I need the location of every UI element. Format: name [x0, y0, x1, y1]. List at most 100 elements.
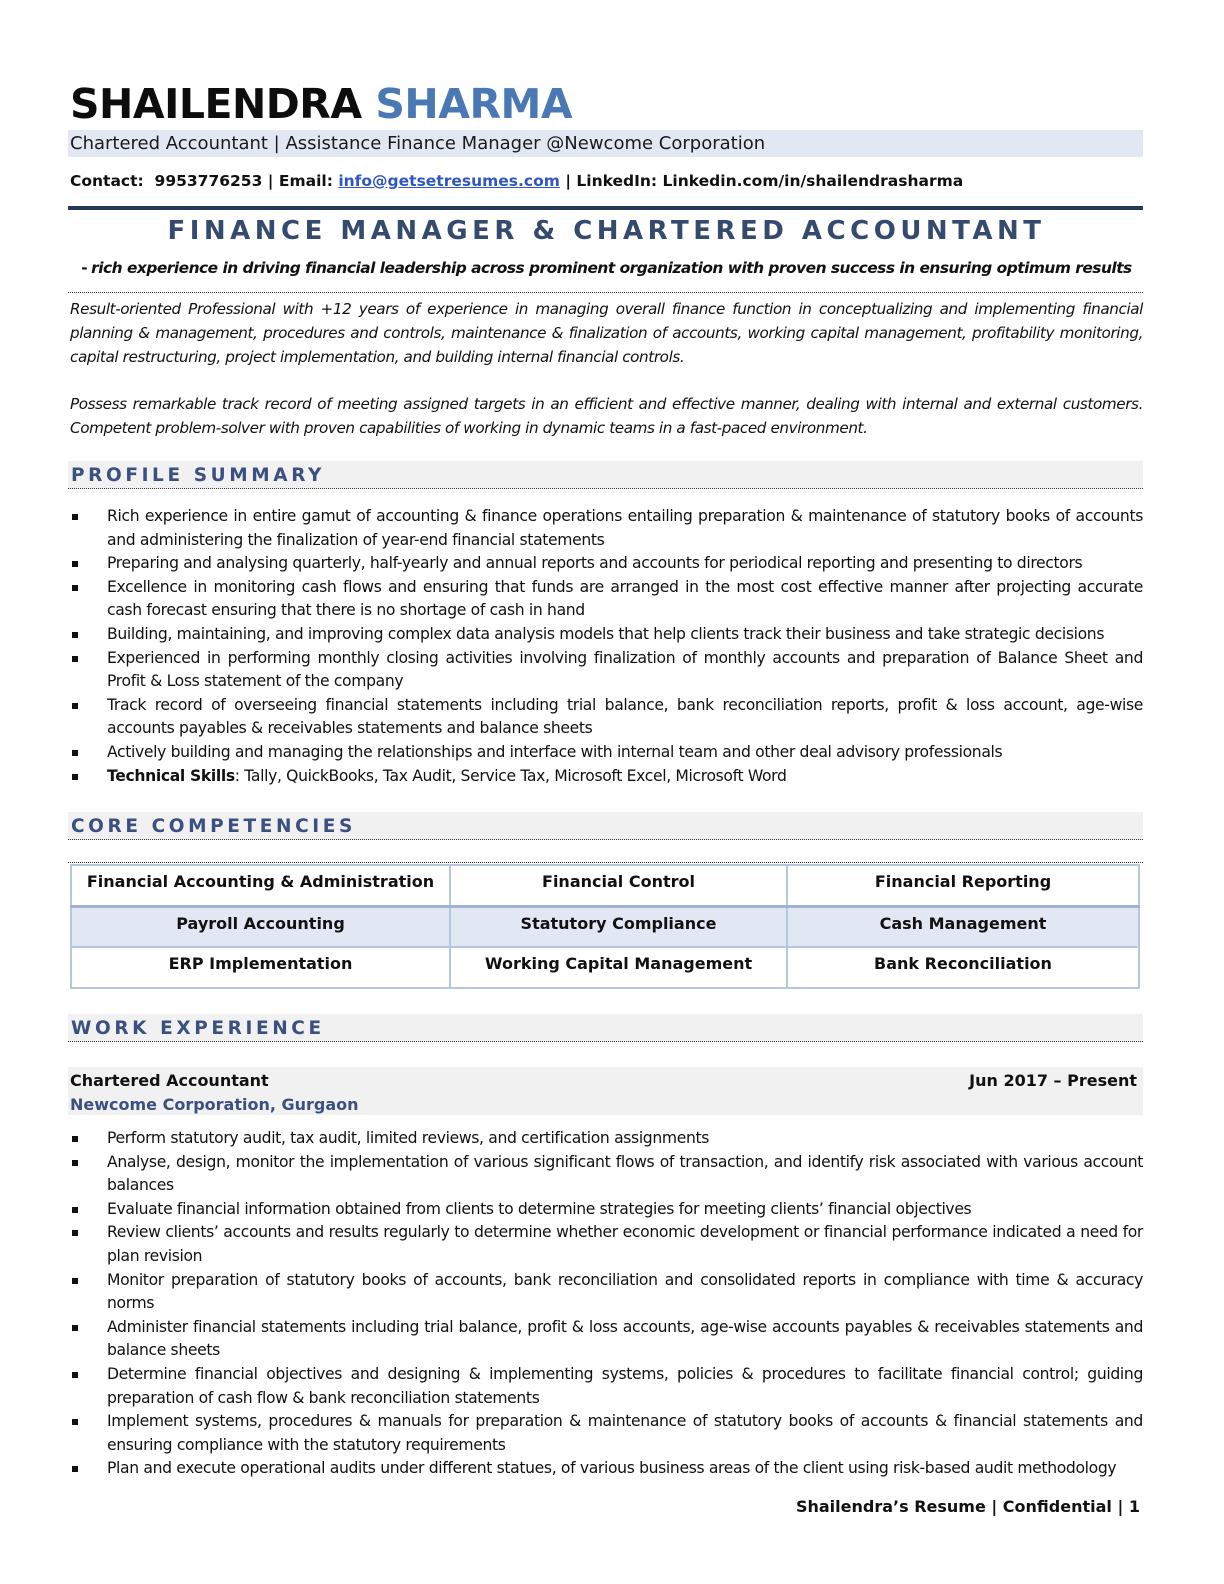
separator: | — [267, 172, 274, 190]
bullet-square-icon — [72, 702, 78, 709]
competency-cell: Statutory Compliance — [449, 904, 788, 948]
bullet-square-icon — [72, 1230, 78, 1237]
list-item: Experienced in performing monthly closin… — [70, 647, 1143, 694]
list-item-text: Track record of overseeing financial sta… — [107, 695, 1143, 738]
list-item-text: Experienced in performing monthly closin… — [107, 648, 1143, 691]
competency-cell: Working Capital Management — [449, 946, 788, 989]
first-name: SHAILENDRA — [70, 80, 362, 128]
contact-line: Contact: 9953776253 | Email: info@getset… — [70, 170, 963, 192]
list-item: Analyse, design, monitor the implementat… — [70, 1151, 1143, 1198]
bullet-square-icon — [72, 1371, 78, 1378]
list-item-text: Building, maintaining, and improving com… — [107, 624, 1105, 643]
bullet-square-icon — [72, 584, 78, 591]
competency-cell: Financial Control — [449, 864, 788, 907]
email-label: Email: — [278, 172, 333, 190]
contact-label: Contact: — [70, 172, 144, 190]
list-item-text: Evaluate financial information obtained … — [107, 1199, 972, 1218]
intro-divider — [68, 292, 1143, 293]
bullet-square-icon — [72, 514, 78, 520]
list-item: Review clients’ accounts and results reg… — [70, 1221, 1143, 1268]
competency-cell: Bank Reconciliation — [786, 946, 1140, 989]
list-item: Evaluate financial information obtained … — [70, 1198, 1143, 1222]
tagline-text: rich experience in driving financial lea… — [91, 259, 1132, 277]
list-item-text: Administer financial statements includin… — [107, 1317, 1143, 1360]
job-dates: Jun 2017 – Present — [969, 1071, 1137, 1090]
list-item: Track record of overseeing financial sta… — [70, 694, 1143, 741]
competency-cell: ERP Implementation — [70, 946, 451, 989]
email-link[interactable]: info@getsetresumes.com — [338, 172, 560, 190]
list-item: Perform statutory audit, tax audit, limi… — [70, 1127, 1143, 1151]
competency-cell: Payroll Accounting — [70, 904, 451, 948]
list-item-text: Perform statutory audit, tax audit, limi… — [107, 1129, 710, 1147]
competency-cell: Cash Management — [786, 904, 1140, 948]
competency-cell: Financial Reporting — [786, 864, 1140, 907]
tagline-dash: - — [81, 259, 88, 277]
competency-cell: Financial Accounting & Administration — [70, 864, 451, 907]
headline-tagline: - rich experience in driving financial le… — [70, 257, 1143, 279]
list-item: Implement systems, procedures & manuals … — [70, 1410, 1143, 1457]
bullet-square-icon — [72, 561, 78, 568]
list-item: Preparing and analysing quarterly, half-… — [70, 552, 1143, 576]
section-header-core-competencies: CORE COMPETENCIES — [68, 812, 1143, 840]
technical-skills-value: : Tally, QuickBooks, Tax Audit, Service … — [234, 766, 787, 785]
bullet-square-icon — [72, 655, 78, 662]
intro-paragraph: Result-oriented Professional with +12 ye… — [70, 300, 1143, 366]
bullet-square-icon — [72, 1136, 78, 1142]
section-title: WORK EXPERIENCE — [71, 1018, 325, 1039]
list-item-text: Determine financial objectives and desig… — [107, 1364, 1143, 1407]
list-item: Plan and execute operational audits unde… — [70, 1457, 1143, 1481]
list-item-text: Excellence in monitoring cash flows and … — [107, 577, 1143, 620]
list-item-text: Review clients’ accounts and results reg… — [107, 1223, 1143, 1265]
headline-title: FINANCE MANAGER & CHARTERED ACCOUNTANT — [167, 216, 1046, 246]
section-header-profile-summary: PROFILE SUMMARY — [68, 461, 1143, 489]
list-item-text: Rich experience in entire gamut of accou… — [107, 507, 1143, 549]
job-header: Chartered Accountant Newcome Corporation… — [68, 1067, 1143, 1115]
list-item-text: Plan and execute operational audits unde… — [107, 1459, 1117, 1478]
table-row: Financial Accounting & Administration Fi… — [70, 864, 1140, 907]
section-title: CORE COMPETENCIES — [71, 816, 356, 837]
competencies-table: Financial Accounting & Administration Fi… — [70, 864, 1140, 989]
list-item: Administer financial statements includin… — [70, 1316, 1143, 1363]
table-row: ERP Implementation Working Capital Manag… — [70, 946, 1140, 989]
table-row: Payroll Accounting Statutory Compliance … — [70, 904, 1140, 948]
list-item-text: Preparing and analysing quarterly, half-… — [107, 554, 1083, 573]
separator: | — [565, 172, 571, 190]
page-footer: Shailendra’s Resume | Confidential | 1 — [795, 1497, 1140, 1516]
bullet-square-icon — [72, 1324, 78, 1331]
last-name: SHARMA — [375, 80, 573, 128]
phone-number: 9953776253 — [154, 172, 263, 190]
list-item: Rich experience in entire gamut of accou… — [70, 505, 1143, 552]
job-responsibilities-list: Perform statutory audit, tax audit, limi… — [70, 1127, 1143, 1481]
profile-summary-list: Rich experience in entire gamut of accou… — [70, 505, 1143, 788]
bullet-square-icon — [72, 631, 78, 638]
list-item-text: Analyse, design, monitor the implementat… — [107, 1152, 1143, 1195]
intro-paragraph: Possess remarkable track record of meeti… — [70, 395, 1143, 437]
linkedin-url: Linkedin.com/in/shailendrasharma — [662, 172, 964, 190]
section-title: PROFILE SUMMARY — [71, 465, 326, 486]
bullet-square-icon — [72, 1419, 78, 1426]
list-item-text: Monitor preparation of statutory books o… — [107, 1270, 1143, 1313]
list-item: Excellence in monitoring cash flows and … — [70, 576, 1143, 623]
job-company: Newcome Corporation, Gurgaon — [70, 1095, 359, 1114]
section-header-work-experience: WORK EXPERIENCE — [68, 1014, 1143, 1042]
professional-subtitle: Chartered Accountant | Assistance Financ… — [68, 130, 1143, 157]
bullet-square-icon — [72, 1466, 78, 1473]
job-title: Chartered Accountant — [70, 1071, 269, 1090]
list-item: Building, maintaining, and improving com… — [70, 623, 1143, 647]
linkedin-label: LinkedIn: — [576, 172, 658, 190]
list-item-text: Implement systems, procedures & manuals … — [107, 1412, 1143, 1454]
candidate-name: SHAILENDRA SHARMA — [70, 80, 573, 128]
bullet-square-icon — [72, 773, 78, 780]
list-item-technical-skills: Technical Skills: Tally, QuickBooks, Tax… — [70, 765, 1143, 789]
competencies-divider — [68, 862, 1143, 863]
bullet-square-icon — [72, 1277, 78, 1284]
list-item: Actively building and managing the relat… — [70, 741, 1143, 765]
technical-skills-label: Technical Skills — [107, 766, 235, 785]
list-item: Monitor preparation of statutory books o… — [70, 1269, 1143, 1316]
list-item: Determine financial objectives and desig… — [70, 1363, 1143, 1410]
list-item-text: Actively building and managing the relat… — [107, 742, 1003, 761]
bullet-square-icon — [72, 1206, 78, 1213]
bullet-square-icon — [72, 1159, 78, 1166]
bullet-square-icon — [72, 749, 78, 756]
header-divider — [68, 206, 1143, 210]
